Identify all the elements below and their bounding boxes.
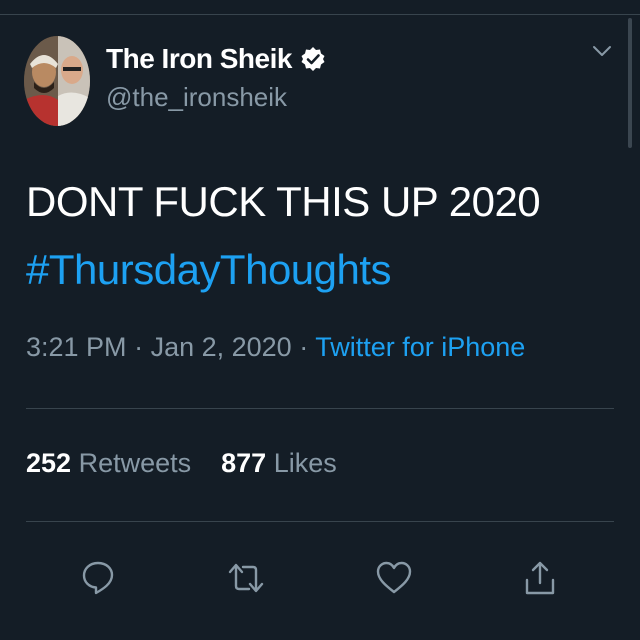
likes-stat[interactable]: 877 Likes	[221, 448, 337, 478]
tweet-stats: 252 Retweets 877 Likes	[26, 448, 337, 479]
avatar-photo	[24, 36, 90, 126]
tweet-source-link[interactable]: Twitter for iPhone	[315, 332, 525, 362]
retweet-icon[interactable]	[226, 556, 266, 600]
avatar[interactable]	[24, 36, 90, 126]
tweet-date[interactable]: Jan 2, 2020	[151, 332, 292, 362]
retweets-stat[interactable]: 252 Retweets	[26, 448, 191, 478]
retweets-label: Retweets	[71, 448, 192, 478]
divider	[26, 408, 614, 409]
scrollbar[interactable]	[628, 18, 632, 148]
tweet-meta: 3:21 PM · Jan 2, 2020 · Twitter for iPho…	[26, 332, 525, 363]
action-bar	[0, 556, 640, 606]
verified-badge-icon	[300, 46, 326, 72]
tweet-text: DONT FUCK THIS UP 2020 #ThursdayThoughts	[26, 168, 541, 304]
author-name[interactable]: The Iron Sheik	[106, 43, 292, 75]
author-name-row: The Iron Sheik	[106, 40, 326, 78]
reply-icon[interactable]	[78, 556, 118, 600]
share-icon[interactable]	[520, 556, 560, 600]
author-block[interactable]: The Iron Sheik @the_ironsheik	[106, 40, 326, 113]
author-handle[interactable]: @the_ironsheik	[106, 82, 326, 113]
tweet-body: DONT FUCK THIS UP 2020	[26, 178, 541, 225]
top-divider	[0, 14, 640, 15]
like-icon[interactable]	[374, 556, 414, 600]
tweet-time: 3:21 PM	[26, 332, 127, 362]
likes-count: 877	[221, 448, 267, 478]
divider	[26, 521, 614, 522]
tweet-detail: The Iron Sheik @the_ironsheik DONT FUCK …	[0, 0, 640, 640]
likes-label: Likes	[266, 448, 337, 478]
retweets-count: 252	[26, 448, 72, 478]
meta-separator: ·	[126, 332, 151, 362]
chevron-down-icon[interactable]	[592, 44, 612, 58]
hashtag-link[interactable]: #ThursdayThoughts	[26, 236, 540, 304]
meta-separator: ·	[291, 332, 316, 362]
